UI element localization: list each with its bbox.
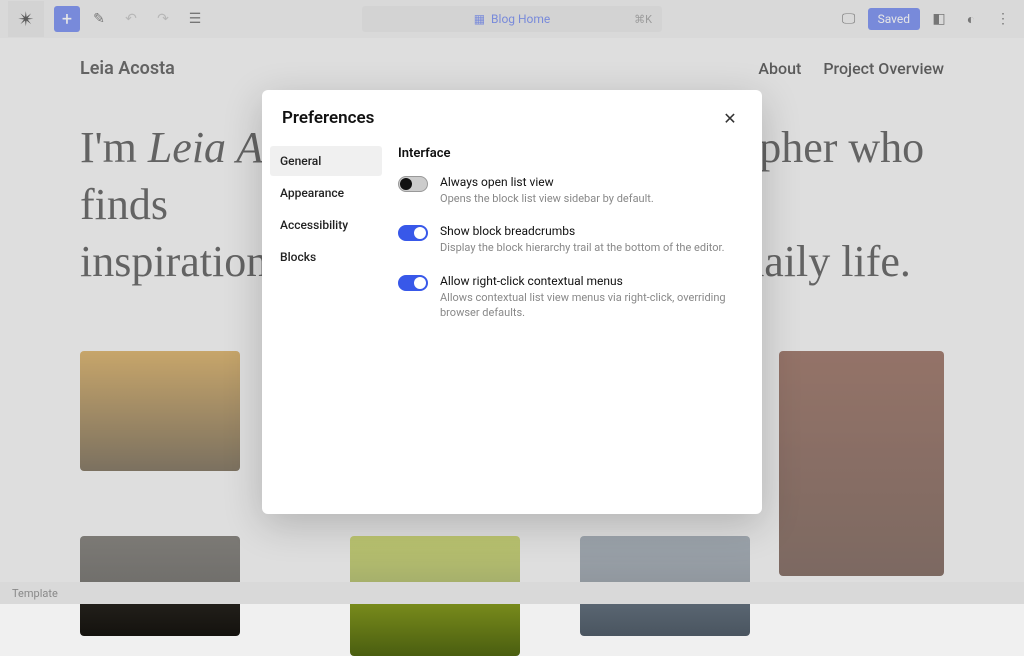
tab-accessibility[interactable]: Accessibility xyxy=(270,210,382,240)
tab-general[interactable]: General xyxy=(270,146,382,176)
pref-allow-right-click-menus: Allow right-click contextual menus Allow… xyxy=(398,274,742,321)
modal-title: Preferences xyxy=(282,108,374,128)
close-button[interactable]: ✕ xyxy=(718,106,742,130)
tab-appearance[interactable]: Appearance xyxy=(270,178,382,208)
pref-show-block-breadcrumbs: Show block breadcrumbs Display the block… xyxy=(398,224,742,255)
toggle-allow-right-click-menus[interactable] xyxy=(398,275,428,291)
pref-label: Always open list view xyxy=(440,175,654,189)
pref-always-open-list-view: Always open list view Opens the block li… xyxy=(398,175,742,206)
pref-label: Allow right-click contextual menus xyxy=(440,274,742,288)
pref-desc: Opens the block list view sidebar by def… xyxy=(440,191,654,206)
tab-blocks[interactable]: Blocks xyxy=(270,242,382,272)
section-title: Interface xyxy=(398,146,742,161)
modal-tabs: General Appearance Accessibility Blocks xyxy=(262,138,390,514)
close-icon: ✕ xyxy=(723,109,736,128)
toggle-always-open-list-view[interactable] xyxy=(398,176,428,192)
pref-desc: Display the block hierarchy trail at the… xyxy=(440,240,724,255)
modal-content: Interface Always open list view Opens th… xyxy=(390,138,762,514)
pref-label: Show block breadcrumbs xyxy=(440,224,724,238)
modal-body: General Appearance Accessibility Blocks … xyxy=(262,138,762,514)
preferences-modal: Preferences ✕ General Appearance Accessi… xyxy=(262,90,762,514)
pref-desc: Allows contextual list view menus via ri… xyxy=(440,290,742,321)
toggle-show-block-breadcrumbs[interactable] xyxy=(398,225,428,241)
modal-header: Preferences ✕ xyxy=(262,90,762,138)
